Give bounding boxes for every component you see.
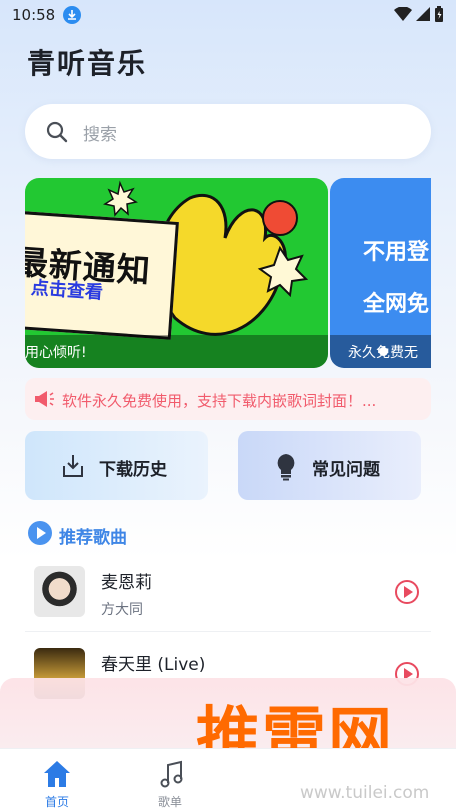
song-title: 春天里 (Live) xyxy=(101,655,206,675)
banner-caption-bar: 用心倾听! xyxy=(25,335,328,368)
status-icons xyxy=(394,6,444,22)
watermark-url: www.tuilei.com xyxy=(300,783,430,803)
download-history-label: 下载历史 xyxy=(99,460,167,480)
banner-carousel[interactable]: 最新通知 点击查看 用心倾听! 不用登 全网免 永久免费无 xyxy=(25,178,431,368)
home-icon xyxy=(44,761,70,787)
song-artist: 方大同 xyxy=(101,602,143,618)
faq-button[interactable]: 常见问题 xyxy=(238,431,421,500)
faq-label: 常见问题 xyxy=(312,460,380,480)
play-button[interactable] xyxy=(395,580,419,604)
section-title: 推荐歌曲 xyxy=(59,528,127,548)
tab-home[interactable]: 首页 xyxy=(27,757,87,809)
notice-bar[interactable]: 软件永久免费使用，支持下载内嵌歌词封面！... xyxy=(25,378,431,420)
download-notification-icon xyxy=(63,6,81,24)
album-cover xyxy=(34,566,85,617)
banner-notice[interactable]: 最新通知 点击查看 用心倾听! xyxy=(25,178,328,368)
tab-home-label: 首页 xyxy=(44,795,69,809)
app-title: 青听音乐 xyxy=(27,47,148,80)
notice-text: 软件永久免费使用，支持下载内嵌歌词封面！... xyxy=(62,392,377,410)
search-input[interactable]: 搜索 xyxy=(25,104,431,159)
download-history-button[interactable]: 下载历史 xyxy=(25,431,208,500)
banner-line1: 不用登 xyxy=(363,240,430,265)
battery-icon xyxy=(435,6,443,22)
signal-icon xyxy=(416,7,430,21)
banner-subtitle: 点击查看 xyxy=(30,277,104,304)
banner-free[interactable]: 不用登 全网免 永久免费无 xyxy=(330,178,431,368)
song-title: 麦恩莉 xyxy=(101,573,152,593)
music-note-icon xyxy=(160,760,183,788)
search-icon xyxy=(46,121,68,143)
lightbulb-icon xyxy=(277,454,295,481)
banner-caption: 用心倾听! xyxy=(25,345,87,361)
status-time: 10:58 xyxy=(12,6,56,24)
carousel-indicator-dot xyxy=(379,347,388,356)
banner-line2: 全网免 xyxy=(363,292,430,317)
search-placeholder: 搜索 xyxy=(83,125,117,145)
status-bar: 10:58 xyxy=(0,0,456,32)
play-circle-icon xyxy=(28,521,52,545)
tab-playlist[interactable]: 歌单 xyxy=(142,757,202,809)
list-item[interactable]: 麦恩莉 方大同 xyxy=(25,552,431,632)
wifi-icon xyxy=(394,7,412,21)
tab-playlist-label: 歌单 xyxy=(158,795,183,809)
megaphone-icon xyxy=(35,391,54,407)
download-icon xyxy=(63,455,83,477)
